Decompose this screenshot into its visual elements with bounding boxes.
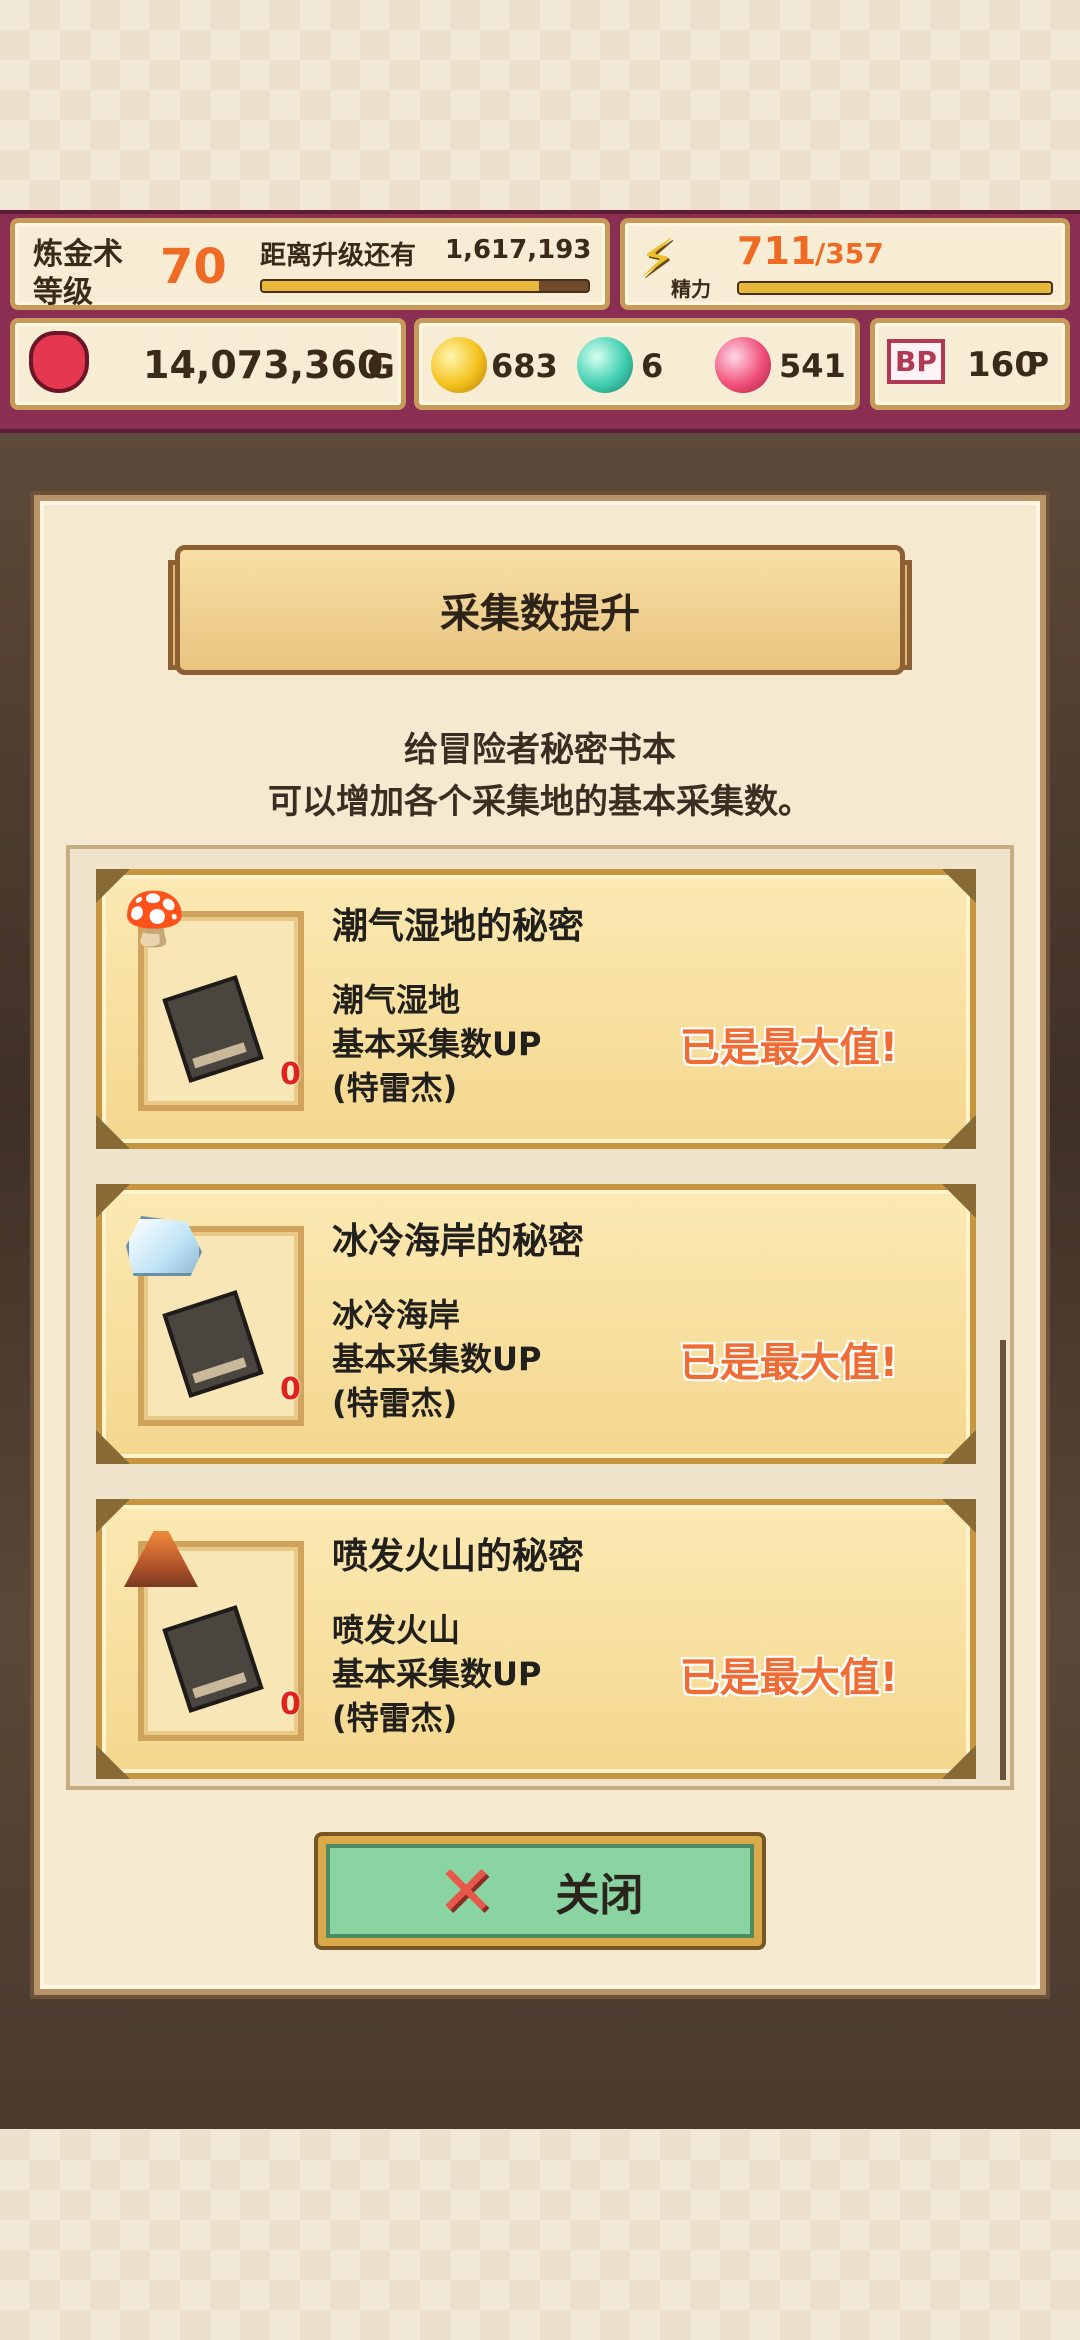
gold-panel: 14,073,360 G [10,318,406,410]
next-level-label: 距离升级还有 [260,241,417,271]
level-progress-fill [262,281,540,291]
book-count: 0 [280,1687,301,1722]
card-area: 冰冷海岸 [332,1296,461,1334]
card-corner [96,1745,130,1779]
gem-cyan-count: 6 [641,347,664,385]
bp-unit: P [1027,347,1049,382]
card-corner [96,1499,130,1533]
gem-cyan-icon [577,337,633,393]
maxed-status: 已是最大值! [679,1655,898,1701]
bp-panel: BP 160 P [870,318,1070,410]
gold-value: 14,073,360 [143,343,384,387]
stamina-panel: ⚡ 精力 711 /357 [620,218,1070,310]
card-title: 潮气湿地的秘密 [332,906,585,947]
card-corner [942,1745,976,1779]
stamina-progress-bar [737,281,1053,295]
book-count: 0 [280,1372,301,1407]
card-corner [942,1430,976,1464]
mushroom-icon: 🍄 [122,890,187,950]
card-title: 喷发火山的秘密 [332,1536,585,1577]
card-area: 喷发火山 [332,1611,461,1649]
bp-icon: BP [887,339,945,384]
alchemy-level-value: 70 [160,239,227,295]
gem-yellow-icon [431,337,487,393]
dialog-title-scroll: 采集数提升 [175,545,905,675]
gem-pink-icon [715,337,771,393]
card-target: (特雷杰) [332,1069,458,1107]
stamina-current: 711 [737,229,817,273]
level-progress-bar [260,279,590,293]
card-effect: 基本采集数UP [332,1340,542,1378]
card-corner [96,1430,130,1464]
alchemy-label-level: 等级 [33,275,93,310]
next-level-value: 1,617,193 [445,235,592,265]
card-title: 冰冷海岸的秘密 [332,1221,585,1262]
card-effect: 基本采集数UP [332,1655,542,1693]
book-count: 0 [280,1057,301,1092]
card-area: 潮气湿地 [332,981,461,1019]
stamina-max: /357 [815,237,884,270]
secret-book-list[interactable]: 🍄 0 潮气湿地的秘密 潮气湿地 基本采集数UP (特雷杰) 已是最大值! 0 … [66,845,1014,1790]
close-button-label: 关闭 [555,1870,644,1921]
coin-purse-icon [29,331,89,393]
ice-icon [126,1216,202,1276]
card-corner [96,1184,130,1218]
card-corner [942,1184,976,1218]
card-corner [942,1115,976,1149]
card-target: (特雷杰) [332,1384,458,1422]
card-corner [96,1115,130,1149]
stamina-progress-fill [739,283,1051,293]
gems-panel: 683 6 541 [414,318,860,410]
card-target: (特雷杰) [332,1699,458,1737]
alchemy-level-panel: 炼金术 等级 70 距离升级还有 1,617,193 [10,218,610,310]
dialog-desc-line1: 给冒险者秘密书本 [404,730,676,770]
maxed-status: 已是最大值! [679,1025,898,1071]
secret-card-wetland[interactable]: 🍄 0 潮气湿地的秘密 潮气湿地 基本采集数UP (特雷杰) 已是最大值! [96,869,976,1149]
dialog-desc-line2: 可以增加各个采集地的基本采集数。 [268,782,812,822]
gem-yellow-count: 683 [491,347,558,385]
dialog-title: 采集数提升 [440,591,640,637]
gold-unit: G [367,347,395,387]
gem-pink-count: 541 [779,347,846,385]
close-icon: ✕ [436,1850,496,1932]
list-scrollbar[interactable] [1000,1340,1006,1780]
secret-card-coast[interactable]: 0 冰冷海岸的秘密 冰冷海岸 基本采集数UP (特雷杰) 已是最大值! [96,1184,976,1464]
secret-card-volcano[interactable]: 0 喷发火山的秘密 喷发火山 基本采集数UP (特雷杰) 已是最大值! [96,1499,976,1779]
maxed-status: 已是最大值! [679,1340,898,1386]
card-effect: 基本采集数UP [332,1025,542,1063]
close-button[interactable]: ✕ 关闭 [318,1836,762,1946]
card-corner [942,1499,976,1533]
card-corner [942,869,976,903]
stamina-label: 精力 [671,277,711,301]
